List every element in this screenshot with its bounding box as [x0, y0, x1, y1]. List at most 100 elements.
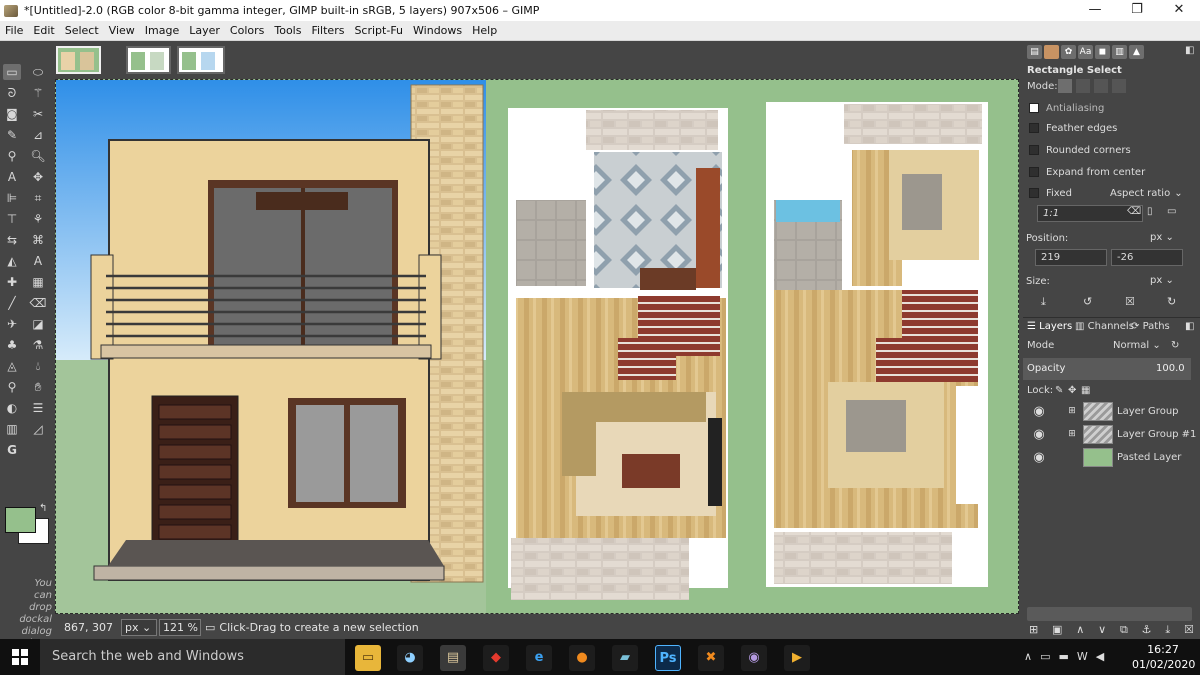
burn-icon[interactable]: ✋︎: [29, 379, 47, 395]
canvas-area[interactable]: [53, 77, 1023, 616]
fuzzy-select-icon[interactable]: ⚚: [29, 85, 47, 101]
reset-mode-icon[interactable]: ↻: [1171, 340, 1179, 351]
position-unit-select[interactable]: px ⌄: [1150, 232, 1174, 243]
configure-layers-tab-icon[interactable]: ◧: [1185, 321, 1194, 332]
dodge-icon[interactable]: ⚲: [3, 379, 21, 395]
size-unit-select[interactable]: px ⌄: [1150, 275, 1174, 286]
fixed-checkbox[interactable]: [1029, 188, 1039, 198]
tab-document[interactable]: ◼: [1095, 45, 1110, 59]
menu-filters[interactable]: Filters: [306, 24, 349, 37]
delete-layer-icon[interactable]: ☒: [1184, 623, 1194, 637]
duplicate-layer-icon[interactable]: ⧉: [1120, 623, 1128, 637]
image-tab-3[interactable]: [177, 46, 225, 74]
crop-icon[interactable]: ⌗: [29, 190, 47, 206]
zoom-select[interactable]: 121 %: [159, 619, 201, 636]
tab-layers[interactable]: ☰ Layers: [1027, 321, 1072, 332]
unified-transform-icon[interactable]: ⊤: [3, 211, 21, 227]
expand-checkbox[interactable]: [1029, 167, 1039, 177]
tab-tool-options[interactable]: ▤: [1027, 45, 1042, 59]
smudge-icon[interactable]: 💧︎: [29, 358, 47, 374]
color-balance-icon[interactable]: ◐: [3, 400, 21, 416]
flip-icon[interactable]: ⇆: [3, 232, 21, 248]
tab-images[interactable]: ▥: [1112, 45, 1127, 59]
menu-windows[interactable]: Windows: [408, 24, 467, 37]
heal-icon[interactable]: ✚: [3, 274, 21, 290]
delete-options-icon[interactable]: ☒: [1125, 295, 1135, 308]
lock-alpha-icon[interactable]: ▦: [1081, 385, 1090, 396]
align-icon[interactable]: ⊫: [3, 190, 21, 206]
layers-scrollbar[interactable]: [1027, 607, 1192, 621]
menu-file[interactable]: File: [0, 24, 28, 37]
move-icon[interactable]: ✥: [29, 169, 47, 185]
windows-start-icon[interactable]: [12, 649, 28, 665]
free-select-icon[interactable]: ᘐ: [3, 85, 21, 101]
new-group-icon[interactable]: ▣: [1052, 623, 1062, 637]
feather-option[interactable]: Feather edges: [1029, 119, 1195, 137]
close-button[interactable]: ✕: [1158, 0, 1200, 21]
fixed-option[interactable]: Fixed Aspect ratio ⌄: [1029, 184, 1195, 202]
cage-icon[interactable]: ⌘: [29, 232, 47, 248]
ink-icon[interactable]: ◪: [29, 316, 47, 332]
eraser-icon[interactable]: ⌫: [29, 295, 47, 311]
pattern-icon[interactable]: ▦: [29, 274, 47, 290]
notes-app-icon[interactable]: ▰: [612, 645, 638, 671]
position-x-input[interactable]: 219: [1035, 249, 1107, 266]
lock-position-icon[interactable]: ✥: [1068, 385, 1076, 396]
text-icon[interactable]: A: [29, 253, 47, 269]
menu-layer[interactable]: Layer: [184, 24, 225, 37]
taskbar-search[interactable]: Search the web and Windows: [40, 639, 345, 675]
sketchup-icon[interactable]: ◆: [483, 645, 509, 671]
restore-options-icon[interactable]: ↺: [1083, 295, 1092, 308]
blur-icon[interactable]: ◬: [3, 358, 21, 374]
menu-select[interactable]: Select: [60, 24, 104, 37]
file-explorer-icon[interactable]: ▭: [355, 645, 381, 671]
mode-add-icon[interactable]: [1076, 79, 1090, 93]
fg-bg-color-selector[interactable]: ↰: [3, 503, 51, 546]
paths-icon[interactable]: ✎: [3, 127, 21, 143]
fixed-mode-select[interactable]: Aspect ratio: [1110, 188, 1170, 199]
curves-icon[interactable]: ◿: [29, 421, 47, 437]
photoshop-icon[interactable]: Ps: [655, 645, 681, 671]
language-icon[interactable]: W: [1077, 650, 1088, 663]
anchor-layer-icon[interactable]: ⚓: [1142, 623, 1152, 637]
minimize-button[interactable]: —: [1074, 0, 1116, 21]
antialiasing-option[interactable]: Antialiasing: [1029, 99, 1195, 117]
bucket-fill-icon[interactable]: ◭: [3, 253, 21, 269]
new-layer-icon[interactable]: ⊞: [1029, 623, 1038, 637]
reset-options-icon[interactable]: ↻: [1167, 295, 1176, 308]
text-path-icon[interactable]: A: [3, 169, 21, 185]
visibility-eye-icon[interactable]: ◉: [1029, 427, 1049, 442]
perspective-clone-icon[interactable]: ⚗: [29, 337, 47, 353]
chevron-up-icon[interactable]: ∧: [1024, 650, 1032, 663]
layer-mode-select[interactable]: Normal ⌄: [1113, 340, 1161, 351]
visibility-eye-icon[interactable]: ◉: [1029, 404, 1049, 419]
raise-layer-icon[interactable]: ∧: [1076, 623, 1084, 637]
edge-browser-icon[interactable]: e: [526, 645, 552, 671]
taskbar-clock[interactable]: 16:27 01/02/2020: [1132, 642, 1195, 672]
media-player-icon[interactable]: ▶: [784, 645, 810, 671]
airbrush-icon[interactable]: ✈: [3, 316, 21, 332]
xampp-icon[interactable]: ✖: [698, 645, 724, 671]
color-picker-icon[interactable]: ⚲: [3, 148, 21, 164]
lock-pixels-icon[interactable]: ✎: [1055, 385, 1063, 396]
lower-layer-icon[interactable]: ∨: [1098, 623, 1106, 637]
paint-app-icon[interactable]: ◕: [397, 645, 423, 671]
landscape-icon[interactable]: ▭: [1167, 206, 1176, 217]
mode-replace-icon[interactable]: [1058, 79, 1072, 93]
levels-icon[interactable]: ☰: [29, 400, 47, 416]
tor-browser-icon[interactable]: ◉: [741, 645, 767, 671]
scissors-icon[interactable]: ✂: [29, 106, 47, 122]
volume-icon[interactable]: ◀: [1096, 650, 1104, 663]
menu-script-fu[interactable]: Script-Fu: [349, 24, 408, 37]
merge-layer-icon[interactable]: ⤓: [1165, 623, 1170, 637]
configure-tab-icon[interactable]: ◧: [1185, 45, 1194, 56]
visibility-eye-icon[interactable]: ◉: [1029, 450, 1049, 465]
measure-icon[interactable]: ⊿: [29, 127, 47, 143]
layer-row[interactable]: ◉ ⊞ Layer Group: [1023, 400, 1200, 422]
clone-icon[interactable]: ♣: [3, 337, 21, 353]
tab-brushes[interactable]: [1044, 45, 1059, 59]
tab-channels[interactable]: ▥ Channels: [1075, 321, 1134, 332]
layer-row[interactable]: ◉ Pasted Layer: [1023, 446, 1200, 468]
menu-colors[interactable]: Colors: [225, 24, 269, 37]
rect-select-icon[interactable]: ▭: [3, 64, 21, 80]
